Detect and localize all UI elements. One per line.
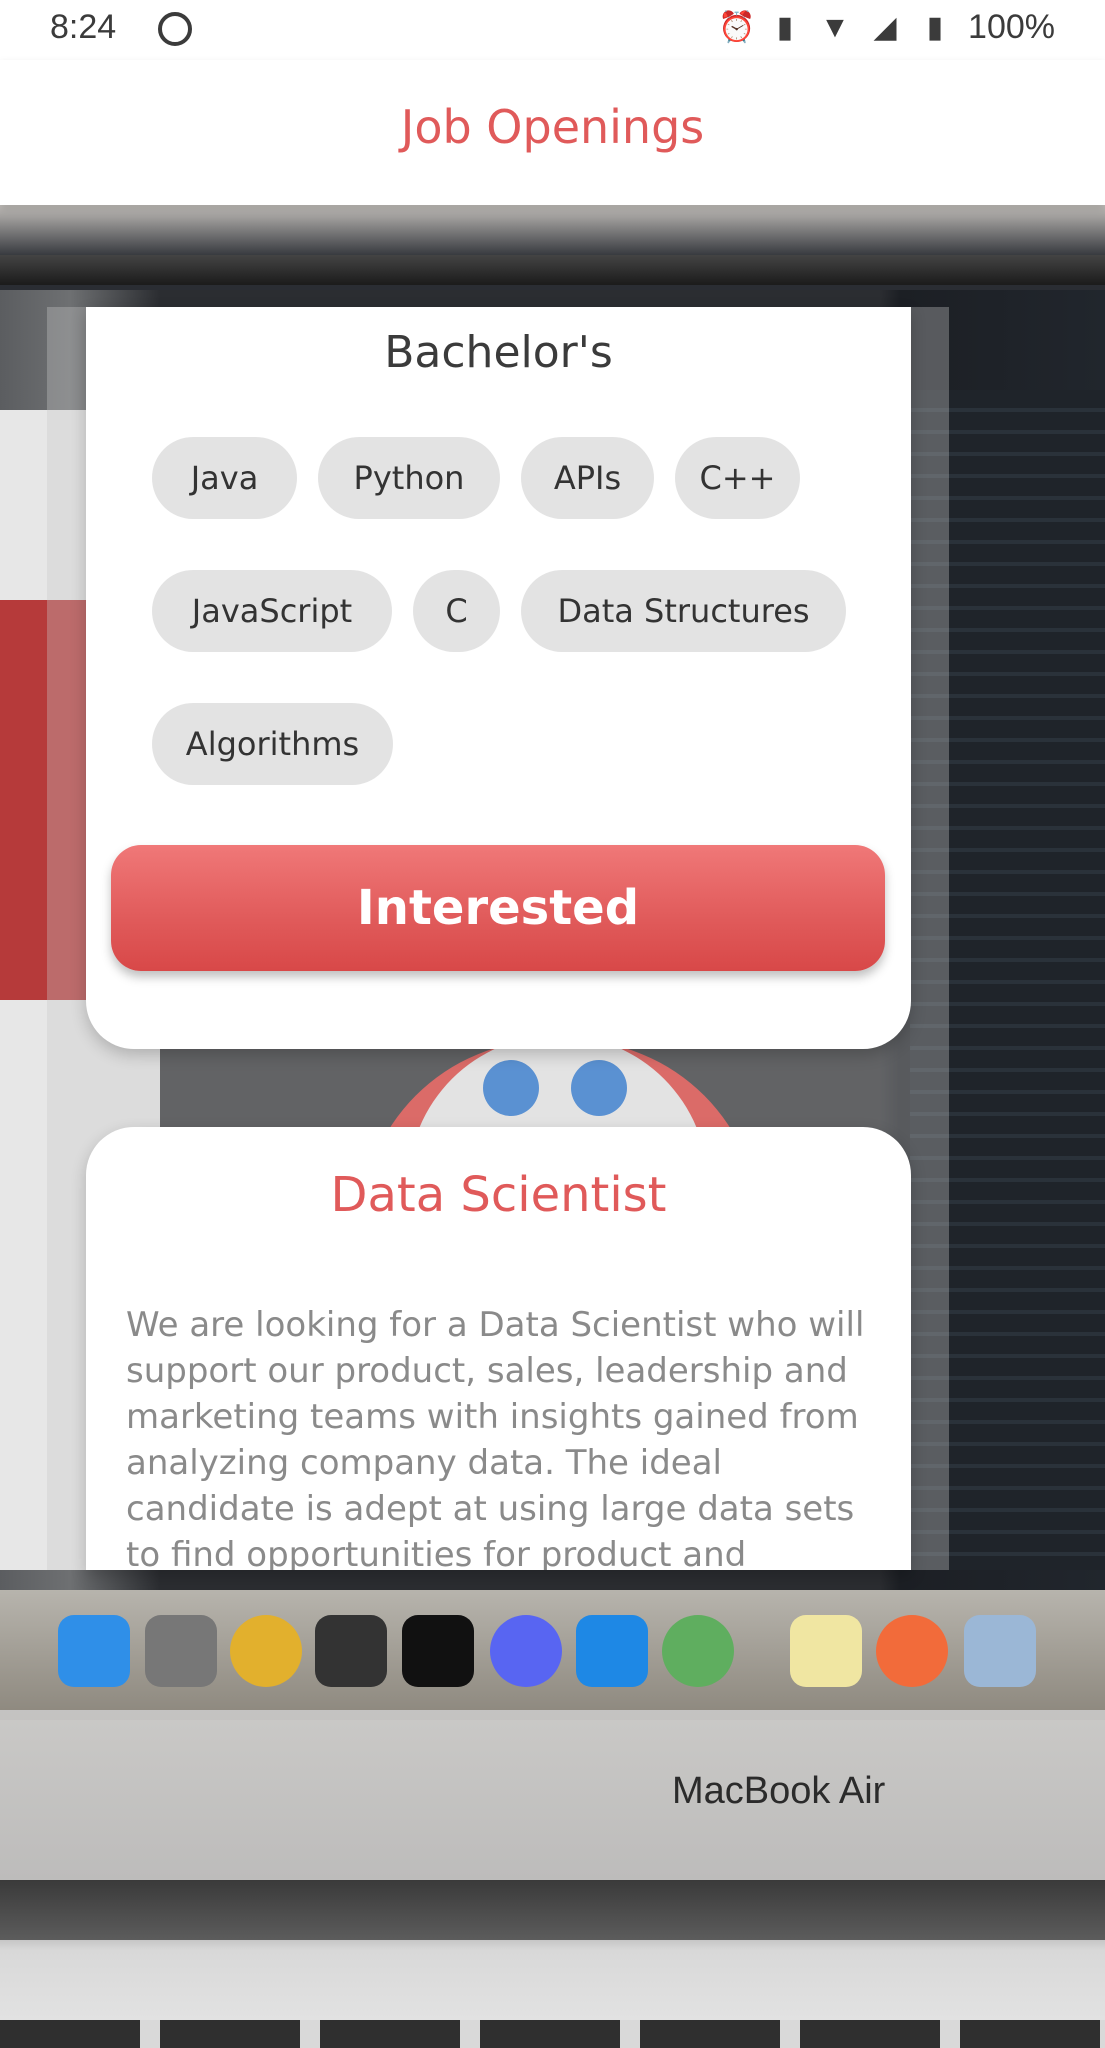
dock-icon-preview [964,1615,1036,1687]
job-title: Data Scientist [330,1167,667,1223]
skill-chip: C [413,570,500,652]
status-bar: 8:24 ⏰ ▮ ▼ ◢ ▮ 100% [0,0,1105,60]
status-icons: ⏰ ▮ ▼ ◢ ▮ 100% [718,8,1055,47]
skill-chip: JavaScript [152,570,392,652]
laptop-base [0,1720,1105,1880]
skill-chip: APIs [521,437,654,519]
skill-chip: Algorithms [152,703,393,785]
job-card: Bachelor's Java Python APIs C++ JavaScri… [86,307,911,1049]
laptop-label: MacBook Air [672,1770,886,1812]
page-title: Job Openings [400,100,705,154]
dock-icon-postman [876,1615,948,1687]
battery-percent: 100% [968,8,1055,46]
app-bar: Job Openings [0,60,1105,205]
dock-icon-stickies [790,1615,862,1687]
degree-label: Bachelor's [384,327,613,378]
vibrate-icon: ▮ [776,10,794,44]
dock-icon-settings [145,1615,217,1687]
laptop-bezel [0,255,1105,285]
skill-chip: C++ [675,437,800,519]
skill-chip: Data Structures [521,570,846,652]
dock-icon-discord [490,1615,562,1687]
dock-icon-chrome [230,1615,302,1687]
skill-chip: Java [152,437,297,519]
data-saver-icon [158,12,192,46]
battery-icon: ▮ [926,10,944,44]
dock-icon-safari [58,1615,130,1687]
alarm-icon: ⏰ [718,10,756,44]
dock-icon-sublime [315,1615,387,1687]
interested-button[interactable]: Interested [111,845,885,971]
status-time: 8:24 [50,8,117,46]
job-description: We are looking for a Data Scientist who … [126,1305,865,1570]
dock-icon-terminal [402,1615,474,1687]
signal-icon: ◢ [873,10,897,44]
dock-icon-vscode [576,1615,648,1687]
wifi-icon: ▼ [820,10,850,44]
laptop-hinge [0,1880,1105,1940]
dock-icon-android-studio [662,1615,734,1687]
job-card-data-scientist: Data Scientist We are looking for a Data… [86,1127,911,1570]
skill-chip: Python [318,437,500,519]
keyboard-row [0,2020,1105,2048]
